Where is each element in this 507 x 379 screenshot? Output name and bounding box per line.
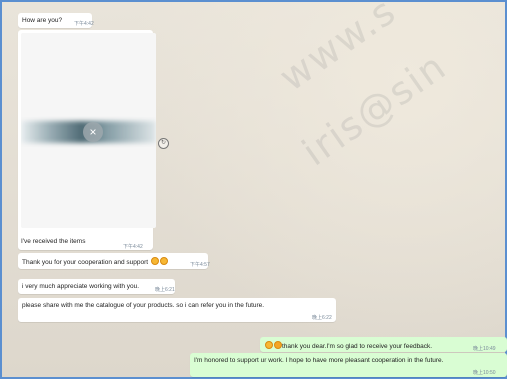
message-text-content: Thank you for your cooperation and suppo… xyxy=(22,259,149,266)
message-time: 下午4:42 xyxy=(123,244,143,250)
message-bubble-outgoing[interactable]: I'm honored to support ur work. I hope t… xyxy=(190,353,507,377)
chat-window: www.s iris@sin How are you? 下午4:42 × I'v… xyxy=(0,0,507,379)
image-attachment[interactable]: × xyxy=(21,33,156,228)
message-text: i very much appreciate working with you. xyxy=(22,283,140,290)
message-text: please share with me the catalogue of yo… xyxy=(22,302,265,309)
message-time: 晚上10:50 xyxy=(473,370,496,376)
message-text: Thank you for your cooperation and suppo… xyxy=(22,257,168,266)
message-bubble[interactable]: please share with me the catalogue of yo… xyxy=(18,298,336,322)
smiley-emoji-icon xyxy=(265,341,273,349)
watermark-line-2: iris@sin xyxy=(294,43,455,175)
message-bubble[interactable]: How are you? 下午4:42 xyxy=(18,13,94,28)
message-text: I'm honored to support ur work. I hope t… xyxy=(194,357,444,364)
smiley-emoji-icon xyxy=(150,257,159,265)
message-text-content: thank you dear.I'm so glad to receive yo… xyxy=(282,343,433,350)
smiley-emoji-icon xyxy=(159,257,168,265)
media-message-bubble[interactable]: × I've received the items 下午4:42 xyxy=(18,30,156,250)
message-bubble[interactable]: Thank you for your cooperation and suppo… xyxy=(18,253,210,269)
message-time: 晚上10:49 xyxy=(473,346,496,352)
message-text: thank you dear.I'm so glad to receive yo… xyxy=(264,341,432,350)
heart-eyes-emoji-icon xyxy=(274,341,282,349)
message-bubble-outgoing[interactable]: thank you dear.I'm so glad to receive yo… xyxy=(260,337,507,352)
message-bubble[interactable]: i very much appreciate working with you.… xyxy=(18,279,175,294)
forward-icon[interactable]: ↻ xyxy=(158,138,169,149)
message-time: 下午4:57 xyxy=(190,262,210,268)
message-time: 晚上6:21 xyxy=(155,287,175,293)
message-time: 下午4:42 xyxy=(74,21,94,27)
watermark-line-1: www.s xyxy=(271,0,405,100)
message-time: 晚上6:22 xyxy=(312,315,332,321)
close-icon[interactable]: × xyxy=(83,122,103,142)
image-caption: I've received the items xyxy=(21,238,86,245)
message-text: How are you? xyxy=(22,17,63,24)
